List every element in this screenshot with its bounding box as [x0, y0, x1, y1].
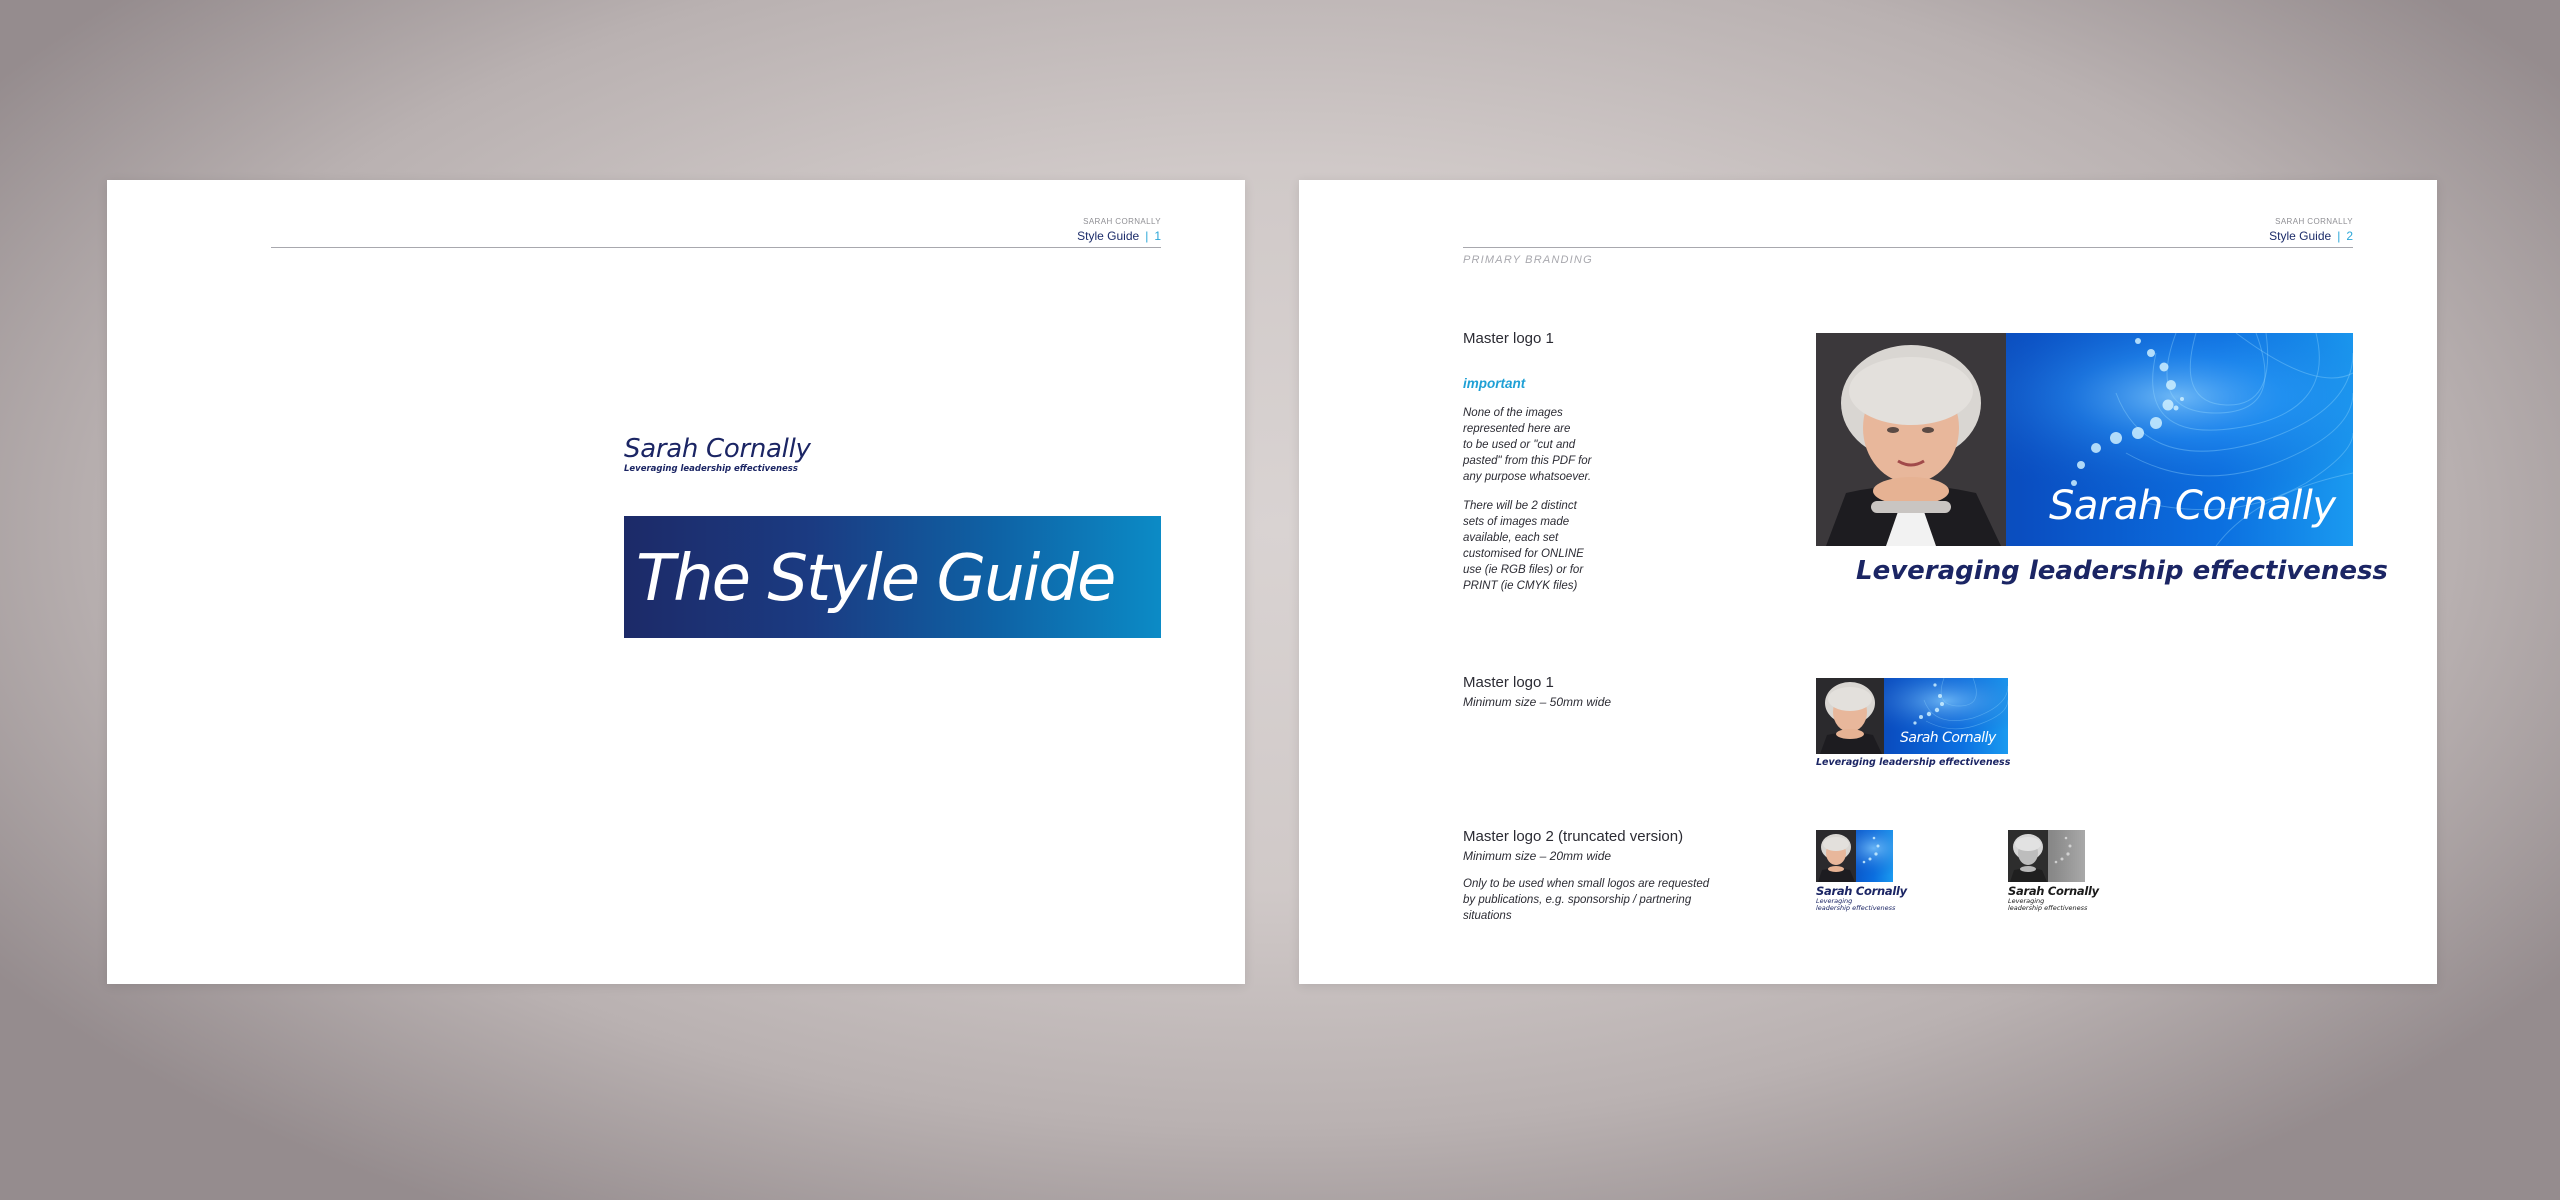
header-guide-title: Style Guide [2269, 229, 2332, 243]
note-line: None of the images [1463, 407, 1563, 419]
logo-tagline-line2: leadership effectiveness [2008, 904, 2088, 912]
master-logo-2-label: Master logo 2 (truncated version) [1463, 828, 1684, 845]
master-logo-medium: Sarah Cornally Leveraging leadership eff… [1816, 678, 2011, 768]
note-line: pasted" from this PDF for [1463, 455, 1592, 467]
logo-name: Sarah Cornally [1816, 884, 1907, 898]
page-header: SARAH CORNALLY Style Guide | 1 [1077, 217, 1161, 244]
cover-title: The Style Guide [636, 542, 1116, 616]
style-guide-page-1: SARAH CORNALLY Style Guide | 1 Sarah Corna… [107, 180, 1245, 984]
master-logo-2-color: Sarah Cornally Leveraging leadership eff… [1816, 830, 1907, 912]
note-line: Only to be used when small logos are req… [1463, 878, 1710, 890]
header-separator: | [2337, 229, 2341, 243]
master-logo-large: Sarah Cornally Leveraging leadership eff… [1816, 333, 2388, 586]
master-logo-2-usage-note: Only to be used when small logos are req… [1463, 876, 1709, 924]
master-logo-1-label: Master logo 1 [1463, 330, 1554, 347]
note-line: use (ie RGB files) or for [1463, 564, 1584, 576]
cover-title-banner: The Style Guide [624, 516, 1161, 638]
master-logo-1-min-size: Minimum size – 50mm wide [1463, 695, 1612, 709]
note-line: represented here are [1463, 423, 1571, 435]
note-line: PRINT (ie CMYK files) [1463, 580, 1578, 592]
logo-tagline: Leveraging leadership effectiveness [1816, 757, 2011, 768]
header-guide-title: Style Guide [1077, 229, 1140, 243]
section-label: PRIMARY BRANDING [1463, 254, 1593, 266]
note-line: situations [1463, 910, 1512, 922]
page-header: SARAH CORNALLY Style Guide | 2 [2269, 217, 2353, 244]
note-line: to be used or "cut and [1463, 439, 1576, 451]
logo-graphic [1816, 830, 1893, 882]
logo-tagline: Leveraging leadership effectiveness [1856, 556, 2388, 586]
header-guide-label: Style Guide | 1 [1077, 228, 1161, 244]
header-brand-name: SARAH CORNALLY [1083, 217, 1161, 226]
logo-name: Sarah Cornally [2008, 884, 2099, 898]
logo-name: Sarah Cornally [2049, 483, 2336, 529]
usage-note-2: There will be 2 distinct sets of images … [1463, 498, 1584, 594]
logo-image: Sarah Cornally [1816, 678, 2008, 754]
note-line: customised for ONLINE [1463, 548, 1584, 560]
header-separator: | [1145, 229, 1149, 243]
brand-name: Sarah Cornally [624, 434, 811, 464]
header-divider [1463, 247, 2353, 248]
header-brand-name: SARAH CORNALLY [2275, 217, 2353, 226]
logo-graphic [2008, 830, 2072, 882]
brand-tagline: Leveraging leadership effectiveness [624, 464, 798, 474]
note-line: sets of images made [1463, 516, 1570, 528]
note-line: any purpose whatsoever. [1463, 471, 1592, 483]
master-logo-1-min-label: Master logo 1 [1463, 674, 1554, 691]
cover-block: Sarah Cornally Leveraging leadership eff… [624, 434, 1161, 638]
note-line: by publications, e.g. sponsorship / part… [1463, 894, 1692, 906]
header-divider [271, 247, 1161, 248]
important-heading: important [1463, 376, 1526, 391]
master-logo-2-min-size: Minimum size – 20mm wide [1463, 849, 1612, 863]
logo-image [2008, 830, 2085, 882]
master-logo-2-greyscale: Sarah Cornally Leveraging leadership eff… [2008, 830, 2099, 912]
logo-tagline-line2: leadership effectiveness [1816, 904, 1896, 912]
logo-name: Sarah Cornally [1900, 730, 1996, 746]
style-guide-page-2: SARAH CORNALLY Style Guide | 2 PRIMARY BRA… [1299, 180, 2437, 984]
usage-note-1: None of the images represented here are … [1463, 405, 1592, 485]
header-guide-label: Style Guide | 2 [2269, 228, 2353, 244]
logo-image [1816, 830, 1893, 882]
note-line: available, each set [1463, 532, 1559, 544]
page-number: 1 [1154, 229, 1161, 243]
page-number: 2 [2346, 229, 2353, 243]
note-line: There will be 2 distinct [1463, 500, 1577, 512]
logo-image: Sarah Cornally [1816, 333, 2353, 546]
